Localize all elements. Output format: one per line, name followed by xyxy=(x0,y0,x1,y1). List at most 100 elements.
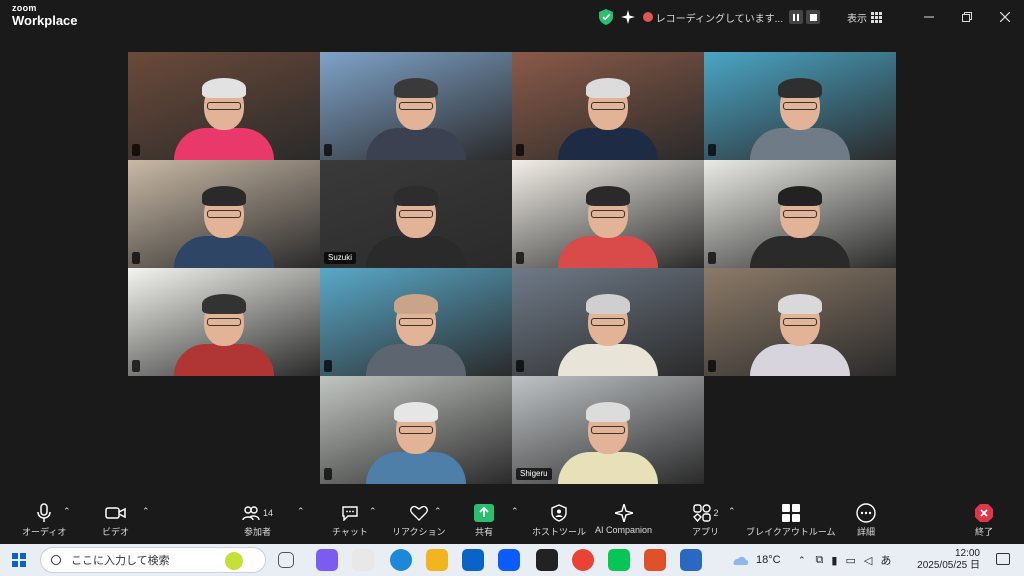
apps-count: 2 xyxy=(713,508,719,518)
participant-video-tile[interactable] xyxy=(320,52,512,160)
end-meeting-button[interactable]: 終了 xyxy=(974,502,994,538)
audio-button[interactable]: オーディオ xyxy=(22,502,66,538)
restore-icon xyxy=(962,12,972,22)
share-screen-icon xyxy=(474,504,494,522)
audio-options-caret[interactable]: ⌃ xyxy=(63,506,71,517)
file-explorer-icon[interactable] xyxy=(426,549,448,571)
participant-video-tile[interactable] xyxy=(512,160,704,268)
participant-name-tag xyxy=(324,360,332,372)
volume-icon[interactable]: ◁ xyxy=(864,554,872,567)
participant-name-tag xyxy=(516,360,524,372)
participant-video-tile[interactable]: Shigeru xyxy=(512,376,704,484)
gallery-view-icon[interactable] xyxy=(871,11,882,23)
participant-video-tile[interactable] xyxy=(128,52,320,160)
chat-button[interactable]: チャット xyxy=(332,502,368,538)
powerpoint-icon[interactable] xyxy=(644,549,666,571)
participant-video-tile[interactable]: Suzuki xyxy=(320,160,512,268)
participants-icon xyxy=(242,506,260,521)
participant-video-tile[interactable] xyxy=(704,160,896,268)
participant-video-tile[interactable] xyxy=(512,52,704,160)
chat-options-caret[interactable]: ⌃ xyxy=(369,506,377,517)
breakout-rooms-icon xyxy=(781,504,800,522)
participant-name-tag xyxy=(132,252,140,264)
participant-name-tag: Suzuki xyxy=(324,252,357,264)
weather-widget[interactable]: 18°C xyxy=(730,544,781,576)
notification-icon[interactable] xyxy=(996,553,1010,565)
tg-app-icon[interactable] xyxy=(536,549,558,571)
host-tools-button[interactable]: ホストツール xyxy=(532,502,586,538)
word-icon[interactable] xyxy=(680,549,702,571)
minimize-button[interactable] xyxy=(910,0,948,34)
participant-name-tag xyxy=(708,252,716,264)
reactions-label: リアクション xyxy=(392,527,446,537)
participant-avatar xyxy=(169,176,279,268)
chat-icon xyxy=(342,506,358,521)
participant-video-tile[interactable] xyxy=(320,376,512,484)
participant-name-tag: Shigeru xyxy=(516,468,552,480)
participant-video-tile[interactable] xyxy=(512,268,704,376)
chrome-icon[interactable] xyxy=(572,549,594,571)
participant-video-tile[interactable] xyxy=(128,268,320,376)
ime-indicator[interactable]: あ xyxy=(880,552,891,568)
participant-avatar xyxy=(361,284,471,376)
stop-icon xyxy=(809,13,817,21)
host-shield-icon xyxy=(551,504,567,522)
pause-recording-button[interactable] xyxy=(789,10,803,24)
shield-icon[interactable] xyxy=(598,9,613,25)
ai-companion-button[interactable]: AI Companion xyxy=(595,502,652,535)
more-icon xyxy=(856,503,876,523)
microphone-tray-icon[interactable]: ▮ xyxy=(831,554,837,567)
windows-start-icon[interactable] xyxy=(12,553,26,567)
zoom-app-icon[interactable] xyxy=(498,549,520,571)
copilot-icon[interactable] xyxy=(316,549,338,571)
participant-avatar xyxy=(169,68,279,160)
more-label: 詳細 xyxy=(856,527,875,537)
tray-chevron-icon[interactable]: ⌃ xyxy=(798,555,806,566)
zoom-logo: zoom Workplace xyxy=(12,4,78,28)
participant-avatar xyxy=(169,284,279,376)
view-button[interactable]: 表示 xyxy=(847,10,867,25)
share-label: 共有 xyxy=(474,527,493,537)
participant-name-tag xyxy=(516,252,524,264)
tray-app-icon[interactable]: ⧉ xyxy=(816,554,824,567)
outlook-icon[interactable] xyxy=(462,549,484,571)
participants-button[interactable]: 14 参加者 xyxy=(242,502,273,538)
heart-icon xyxy=(409,505,428,521)
search-placeholder: ここに入力して検索 xyxy=(71,555,170,567)
battery-icon[interactable]: ▭ xyxy=(845,554,855,567)
participant-video-tile[interactable] xyxy=(704,52,896,160)
breakout-rooms-button[interactable]: ブレイクアウトルーム xyxy=(746,502,836,538)
host-tools-label: ホストツール xyxy=(532,527,587,537)
line-icon[interactable] xyxy=(608,549,630,571)
paint-icon[interactable] xyxy=(352,549,374,571)
more-button[interactable]: 詳細 xyxy=(856,502,876,538)
stop-recording-button[interactable] xyxy=(806,10,820,24)
video-options-caret[interactable]: ⌃ xyxy=(142,506,150,517)
cloud-icon xyxy=(733,556,749,565)
edge-icon[interactable] xyxy=(390,549,412,571)
participants-options-caret[interactable]: ⌃ xyxy=(297,506,305,517)
video-label: ビデオ xyxy=(102,527,130,537)
task-view-icon[interactable] xyxy=(278,552,294,568)
clock-time: 12:00 xyxy=(954,548,980,559)
participants-label: 参加者 xyxy=(244,527,272,537)
share-button[interactable]: 共有 xyxy=(474,502,494,538)
clock[interactable]: 12:00 2025/05/25 日 xyxy=(917,548,980,572)
apps-options-caret[interactable]: ⌃ xyxy=(728,506,736,517)
taskbar-search-box[interactable]: ここに入力して検索 xyxy=(40,547,266,573)
restore-button[interactable] xyxy=(948,0,986,34)
tennis-ball-icon xyxy=(225,552,243,570)
participant-video-tile[interactable] xyxy=(704,268,896,376)
end-label: 終了 xyxy=(974,527,993,537)
zoom-window: zoom Workplace レコーディングしています... 表示 Suzuki… xyxy=(0,0,1024,544)
ai-sparkle-icon[interactable] xyxy=(620,10,635,24)
apps-button[interactable]: 2 アプリ xyxy=(692,502,719,538)
windows-taskbar: ここに入力して検索 18°C ⌃ ⧉ ▮ ▭ ◁ あ 12:00 2025/05… xyxy=(0,544,1024,576)
participant-video-tile[interactable] xyxy=(320,268,512,376)
participant-video-tile[interactable] xyxy=(128,160,320,268)
video-button[interactable]: ビデオ xyxy=(102,502,129,538)
share-options-caret[interactable]: ⌃ xyxy=(511,506,519,517)
pause-icon xyxy=(793,13,799,21)
reactions-options-caret[interactable]: ⌃ xyxy=(434,506,442,517)
close-button[interactable] xyxy=(986,0,1024,34)
